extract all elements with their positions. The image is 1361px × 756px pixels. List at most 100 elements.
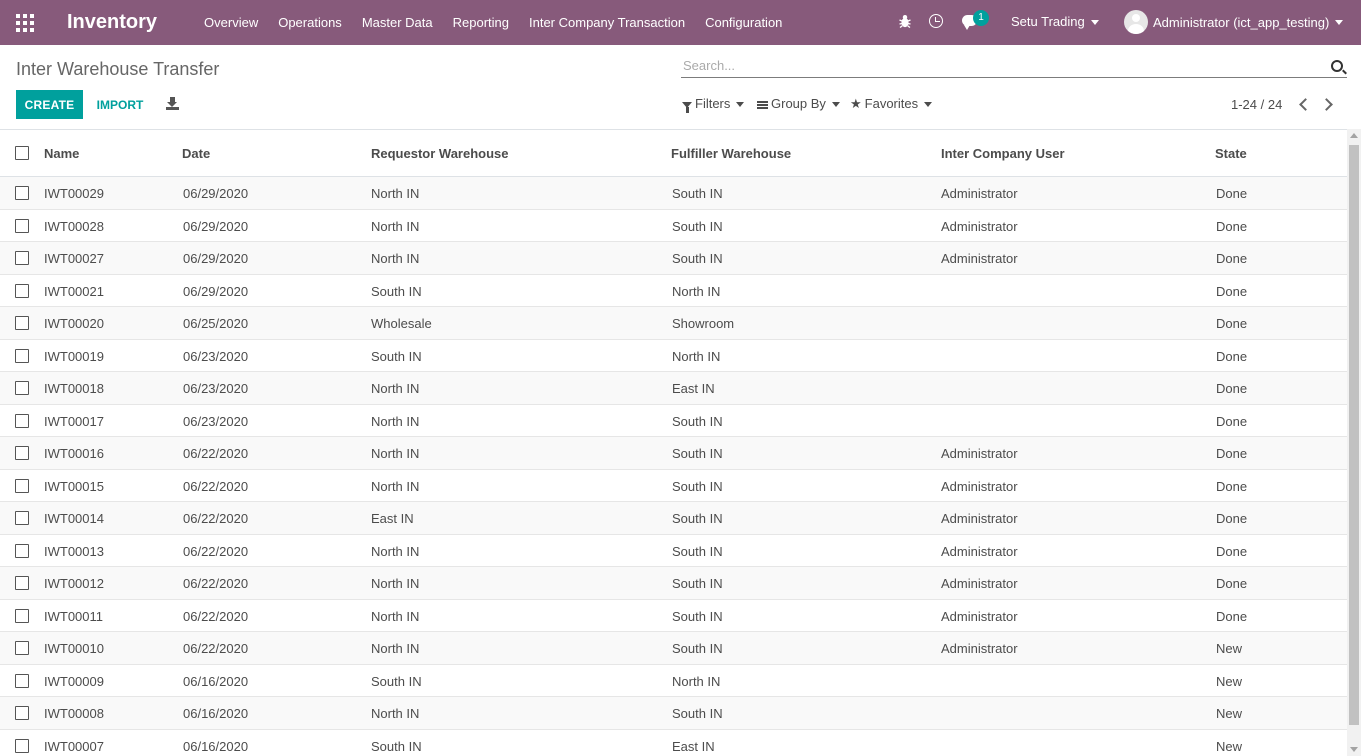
table-body: IWT00029 06/29/2020 North IN South IN Admini… — [0, 177, 1347, 756]
import-button[interactable]: IMPORT — [88, 90, 152, 119]
cell-date: 06/29/2020 — [183, 186, 249, 201]
vertical-scrollbar[interactable] — [1347, 129, 1361, 756]
row-checkbox[interactable] — [15, 446, 29, 460]
activity-clock-icon[interactable] — [929, 14, 943, 28]
star-icon: ★ — [850, 96, 862, 111]
scroll-down-arrow-icon[interactable] — [1350, 747, 1358, 752]
cell-fulfiller-warehouse: South IN — [672, 478, 723, 494]
scrollbar-thumb[interactable] — [1349, 145, 1359, 725]
column-header-state[interactable]: State — [1215, 146, 1247, 161]
menu-item-inter-company-transaction[interactable]: Inter Company Transaction — [529, 15, 685, 30]
table-row[interactable]: IWT00020 06/25/2020 Wholesale Showroom Done — [0, 307, 1347, 340]
group-by-button[interactable]: Group By — [757, 96, 840, 111]
table-row[interactable]: IWT00019 06/23/2020 South IN North IN Done — [0, 340, 1347, 372]
table-row[interactable]: IWT00028 06/29/2020 North IN South IN Admini… — [0, 210, 1347, 242]
cell-name: IWT00011 — [44, 608, 104, 624]
cell-requestor-warehouse: North IN — [371, 446, 420, 461]
table-row[interactable]: IWT00015 06/22/2020 North IN South IN Admini… — [0, 470, 1347, 502]
row-checkbox[interactable] — [15, 316, 29, 330]
row-checkbox[interactable] — [15, 576, 29, 590]
chevron-right-icon[interactable] — [1322, 98, 1334, 110]
user-name: Administrator (ict_app_testing) — [1153, 14, 1330, 30]
cell-date: 06/22/2020 — [183, 478, 249, 494]
pager-value[interactable]: 1-24 / 24 — [1231, 97, 1282, 112]
table-row[interactable]: IWT00009 06/16/2020 South IN North IN New — [0, 665, 1347, 697]
row-checkbox[interactable] — [15, 706, 29, 720]
bug-icon[interactable] — [899, 14, 911, 28]
row-checkbox[interactable] — [15, 251, 29, 265]
app-title[interactable]: Inventory — [67, 11, 157, 34]
column-header-fulfiller-warehouse[interactable]: Fulfiller Warehouse — [671, 146, 791, 161]
row-checkbox[interactable] — [15, 608, 29, 623]
table-row[interactable]: IWT00016 06/22/2020 North IN South IN Admini… — [0, 437, 1347, 470]
user-menu[interactable]: Administrator (ict_app_testing) — [1124, 10, 1344, 34]
table-row[interactable]: IWT00021 06/29/2020 South IN North IN Done — [0, 275, 1347, 307]
scroll-up-arrow-icon[interactable] — [1350, 133, 1358, 138]
list-view: Name Date Requestor Warehouse Fulfiller … — [0, 129, 1347, 756]
cell-fulfiller-warehouse: South IN — [672, 576, 723, 591]
row-checkbox[interactable] — [15, 381, 29, 395]
row-checkbox[interactable] — [15, 478, 29, 493]
cell-requestor-warehouse: North IN — [371, 251, 420, 266]
cell-name: IWT00018 — [44, 381, 104, 396]
row-checkbox[interactable] — [15, 348, 29, 363]
caret-down-icon — [1090, 20, 1099, 26]
search-input[interactable] — [681, 55, 1311, 75]
menu-item-configuration[interactable]: Configuration — [705, 15, 782, 30]
menu-item-master-data[interactable]: Master Data — [362, 15, 433, 30]
favorites-button[interactable]: ★ Favorites — [850, 96, 933, 112]
column-header-requestor-warehouse[interactable]: Requestor Warehouse — [371, 146, 509, 161]
table-row[interactable]: IWT00014 06/22/2020 East IN South IN Adminis… — [0, 502, 1347, 535]
cell-fulfiller-warehouse: North IN — [672, 348, 721, 364]
search-icon[interactable] — [1331, 60, 1343, 72]
cell-inter-company-user: Administrator — [941, 446, 1018, 461]
column-header-date[interactable]: Date — [182, 146, 210, 161]
cell-fulfiller-warehouse: South IN — [672, 641, 723, 656]
table-row[interactable]: IWT00011 06/22/2020 North IN South IN Admini… — [0, 600, 1347, 632]
cell-state: Done — [1216, 218, 1248, 234]
row-checkbox[interactable] — [15, 511, 29, 525]
favorites-label: Favorites — [864, 96, 919, 111]
row-checkbox[interactable] — [15, 641, 29, 655]
cell-state: Done — [1216, 478, 1248, 494]
company-switcher[interactable]: Setu Trading — [1011, 14, 1099, 29]
menu-item-operations[interactable]: Operations — [278, 15, 342, 30]
table-row[interactable]: IWT00027 06/29/2020 North IN South IN Admini… — [0, 242, 1347, 275]
cell-name: IWT00009 — [44, 673, 104, 689]
table-row[interactable]: IWT00007 06/16/2020 South IN East IN New — [0, 730, 1347, 756]
cell-name: IWT00008 — [44, 706, 104, 721]
cell-state: New — [1216, 738, 1243, 754]
row-checkbox[interactable] — [15, 218, 29, 233]
table-row[interactable]: IWT00012 06/22/2020 North IN South IN Admini… — [0, 567, 1347, 600]
column-header-inter-company-user[interactable]: Inter Company User — [941, 146, 1065, 161]
table-row[interactable]: IWT00017 06/23/2020 North IN South IN Done — [0, 405, 1347, 437]
row-checkbox[interactable] — [15, 738, 29, 753]
cell-name: IWT00029 — [44, 186, 104, 201]
cell-inter-company-user: Administrator — [941, 641, 1018, 656]
row-checkbox[interactable] — [15, 186, 29, 200]
download-icon[interactable] — [166, 97, 179, 110]
cell-inter-company-user: Administrator — [941, 608, 1018, 624]
table-row[interactable]: IWT00010 06/22/2020 North IN South IN Admini… — [0, 632, 1347, 665]
menu-item-reporting[interactable]: Reporting — [453, 15, 509, 30]
table-row[interactable]: IWT00013 06/22/2020 North IN South IN Admini… — [0, 535, 1347, 567]
column-header-name[interactable]: Name — [44, 146, 79, 161]
filters-button[interactable]: Filters — [682, 96, 745, 113]
select-all-checkbox[interactable] — [15, 146, 29, 160]
menu-item-overview[interactable]: Overview — [204, 15, 258, 30]
row-checkbox[interactable] — [15, 543, 29, 558]
table-row[interactable]: IWT00018 06/23/2020 North IN East IN Done — [0, 372, 1347, 405]
table-row[interactable]: IWT00029 06/29/2020 North IN South IN Admini… — [0, 177, 1347, 210]
cell-fulfiller-warehouse: East IN — [672, 381, 715, 396]
table-header: Name Date Requestor Warehouse Fulfiller … — [0, 130, 1347, 177]
row-checkbox[interactable] — [15, 283, 29, 298]
row-checkbox[interactable] — [15, 413, 29, 428]
chevron-left-icon[interactable] — [1298, 98, 1310, 110]
apps-grid-icon[interactable] — [16, 13, 34, 32]
create-button[interactable]: CREATE — [16, 90, 83, 119]
row-checkbox[interactable] — [15, 673, 29, 688]
table-row[interactable]: IWT00008 06/16/2020 North IN South IN New — [0, 697, 1347, 730]
cell-requestor-warehouse: South IN — [371, 348, 422, 364]
cell-requestor-warehouse: South IN — [371, 673, 422, 689]
bars-icon — [757, 100, 768, 109]
